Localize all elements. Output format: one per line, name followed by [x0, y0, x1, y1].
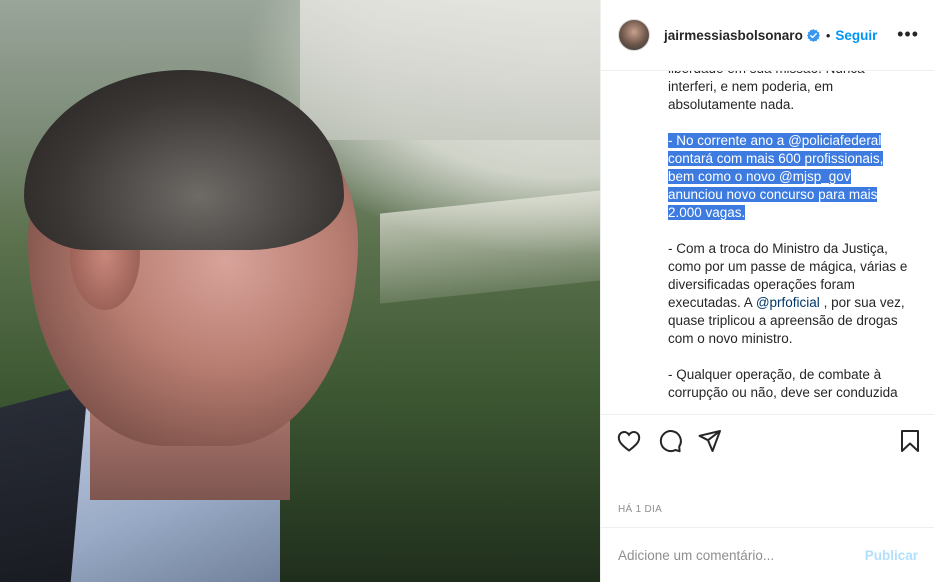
more-options-icon[interactable]: •••	[897, 25, 919, 43]
caption-paragraph: - Com a troca do Ministro da Justiça, co…	[668, 240, 908, 348]
post-timestamp[interactable]: HÁ 1 DIA	[618, 504, 662, 515]
username-link[interactable]: jairmessiasbolsonaro	[664, 28, 803, 43]
selected-text: - No corrente ano a @policiafederal cont…	[668, 133, 884, 220]
post-actions	[601, 423, 934, 459]
follow-button[interactable]: Seguir	[835, 28, 877, 43]
caption-paragraph-highlighted: - No corrente ano a @policiafederal cont…	[668, 132, 908, 222]
comment-icon[interactable]	[657, 428, 683, 454]
publish-button[interactable]: Publicar	[865, 548, 918, 563]
caption-paragraph: - Qualquer operação, de combate à corrup…	[668, 367, 898, 400]
avatar[interactable]	[618, 19, 650, 51]
post-header: jairmessiasbolsonaro • Seguir •••	[601, 0, 934, 71]
heart-icon[interactable]	[616, 428, 642, 454]
separator-dot: •	[825, 27, 831, 43]
caption-text: liberdade em sua missão. Nunca interferi…	[668, 71, 908, 414]
comment-form: Publicar	[601, 527, 934, 582]
share-icon[interactable]	[697, 428, 723, 454]
caption-scroll-area[interactable]: liberdade em sua missão. Nunca interferi…	[601, 71, 934, 415]
photo-hair	[24, 70, 344, 250]
caption-paragraph: liberdade em sua missão. Nunca interferi…	[668, 71, 865, 112]
photo-background-sky	[300, 0, 600, 140]
post-side-panel: jairmessiasbolsonaro • Seguir ••• liberd…	[600, 0, 934, 582]
mention-link[interactable]: @prfoficial	[756, 295, 820, 310]
comment-input[interactable]	[618, 547, 865, 563]
bookmark-icon[interactable]	[897, 428, 923, 454]
likes-placeholder	[618, 466, 658, 478]
photo-background-canopy	[380, 186, 600, 304]
verified-badge-icon	[806, 28, 820, 42]
post-photo[interactable]	[0, 0, 600, 582]
